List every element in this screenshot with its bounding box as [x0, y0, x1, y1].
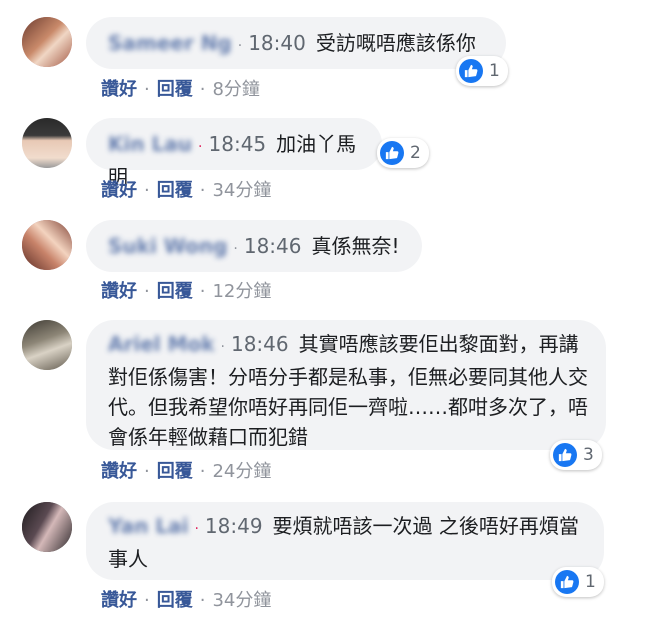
comment-actions: 讚好 · 回覆 · 24分鐘 — [101, 457, 271, 483]
commenter-name[interactable]: Suki Wong — [108, 231, 227, 261]
relative-time[interactable]: 34分鐘 — [212, 590, 271, 611]
comment-actions: 讚好 · 回覆 · 34分鐘 — [101, 176, 271, 202]
comment-time: 18:40 — [248, 31, 306, 55]
thumbs-up-icon — [553, 443, 577, 467]
comment-time: 18:46 — [230, 332, 289, 356]
comment-text: 真係無奈! — [311, 234, 400, 258]
reply-link[interactable]: 回覆 — [157, 461, 193, 482]
avatar[interactable] — [22, 220, 72, 270]
separator: · — [144, 590, 150, 611]
separator: · — [198, 139, 203, 155]
relative-time[interactable]: 12分鐘 — [212, 281, 271, 302]
reaction-count[interactable]: 1 — [456, 56, 508, 86]
separator: · — [237, 38, 243, 54]
reaction-number: 1 — [585, 572, 596, 592]
separator: · — [199, 281, 206, 302]
separator: · — [220, 339, 225, 355]
separator: · — [144, 79, 150, 100]
relative-time[interactable]: 8分鐘 — [212, 79, 259, 100]
reply-link[interactable]: 回覆 — [157, 590, 193, 611]
separator: · — [199, 590, 206, 611]
reaction-count[interactable]: 3 — [550, 440, 602, 470]
comment-bubble: Ariel Mok · 18:46 其實唔應該要佢出黎面對，再講對佢係傷害！分唔分手都… — [86, 320, 606, 450]
thumbs-up-icon — [459, 59, 483, 83]
separator: · — [199, 461, 206, 482]
commenter-name[interactable]: Sameer Ng — [108, 28, 232, 58]
like-link[interactable]: 讚好 — [101, 590, 137, 611]
comment-time: 18:46 — [243, 234, 302, 258]
separator: · — [144, 180, 150, 201]
reaction-number: 1 — [489, 61, 500, 81]
comment-bubble: Suki Wong · 18:46 真係無奈! — [86, 220, 422, 272]
comment-time: 18:49 — [204, 514, 263, 538]
separator: · — [199, 180, 206, 201]
thumbs-up-icon — [555, 570, 579, 594]
avatar[interactable] — [22, 320, 72, 370]
like-link[interactable]: 讚好 — [101, 180, 137, 201]
comment-bubble: Yan Lai · 18:49 要煩就唔該一次過 之後唔好再煩當事人 — [86, 502, 604, 580]
reply-link[interactable]: 回覆 — [157, 79, 193, 100]
comment-actions: 讚好 · 回覆 · 34分鐘 — [101, 586, 271, 612]
reaction-count[interactable]: 1 — [552, 567, 604, 597]
like-link[interactable]: 讚好 — [101, 79, 137, 100]
commenter-name[interactable]: Ariel Mok — [108, 329, 215, 359]
avatar[interactable] — [22, 17, 72, 67]
commenter-name[interactable]: Yan Lai — [108, 511, 188, 541]
like-link[interactable]: 讚好 — [101, 461, 137, 482]
thumbs-up-icon — [380, 141, 404, 165]
avatar[interactable] — [22, 118, 72, 168]
commenter-name[interactable]: Kin Lau — [108, 129, 192, 159]
separator: · — [233, 241, 238, 257]
reaction-count[interactable]: 2 — [377, 138, 429, 168]
separator: · — [194, 521, 199, 537]
reply-link[interactable]: 回覆 — [157, 180, 193, 201]
comment-actions: 讚好 · 回覆 · 8分鐘 — [101, 75, 260, 101]
reaction-number: 2 — [410, 143, 421, 163]
separator: · — [144, 281, 150, 302]
separator: · — [199, 79, 206, 100]
comment-text: 受訪嘅唔應該係你 — [315, 31, 476, 55]
like-link[interactable]: 讚好 — [101, 281, 137, 302]
avatar[interactable] — [22, 502, 72, 552]
comment-bubble: Kin Lau · 18:45 加油丫馬明 — [86, 118, 382, 189]
relative-time[interactable]: 34分鐘 — [212, 180, 271, 201]
separator: · — [144, 461, 150, 482]
reply-link[interactable]: 回覆 — [157, 281, 193, 302]
reaction-number: 3 — [583, 445, 594, 465]
comment-bubble: Sameer Ng · 18:40 受訪嘅唔應該係你 — [86, 17, 506, 69]
relative-time[interactable]: 24分鐘 — [212, 461, 271, 482]
comment-time: 18:45 — [208, 132, 267, 156]
comment-actions: 讚好 · 回覆 · 12分鐘 — [101, 277, 271, 303]
